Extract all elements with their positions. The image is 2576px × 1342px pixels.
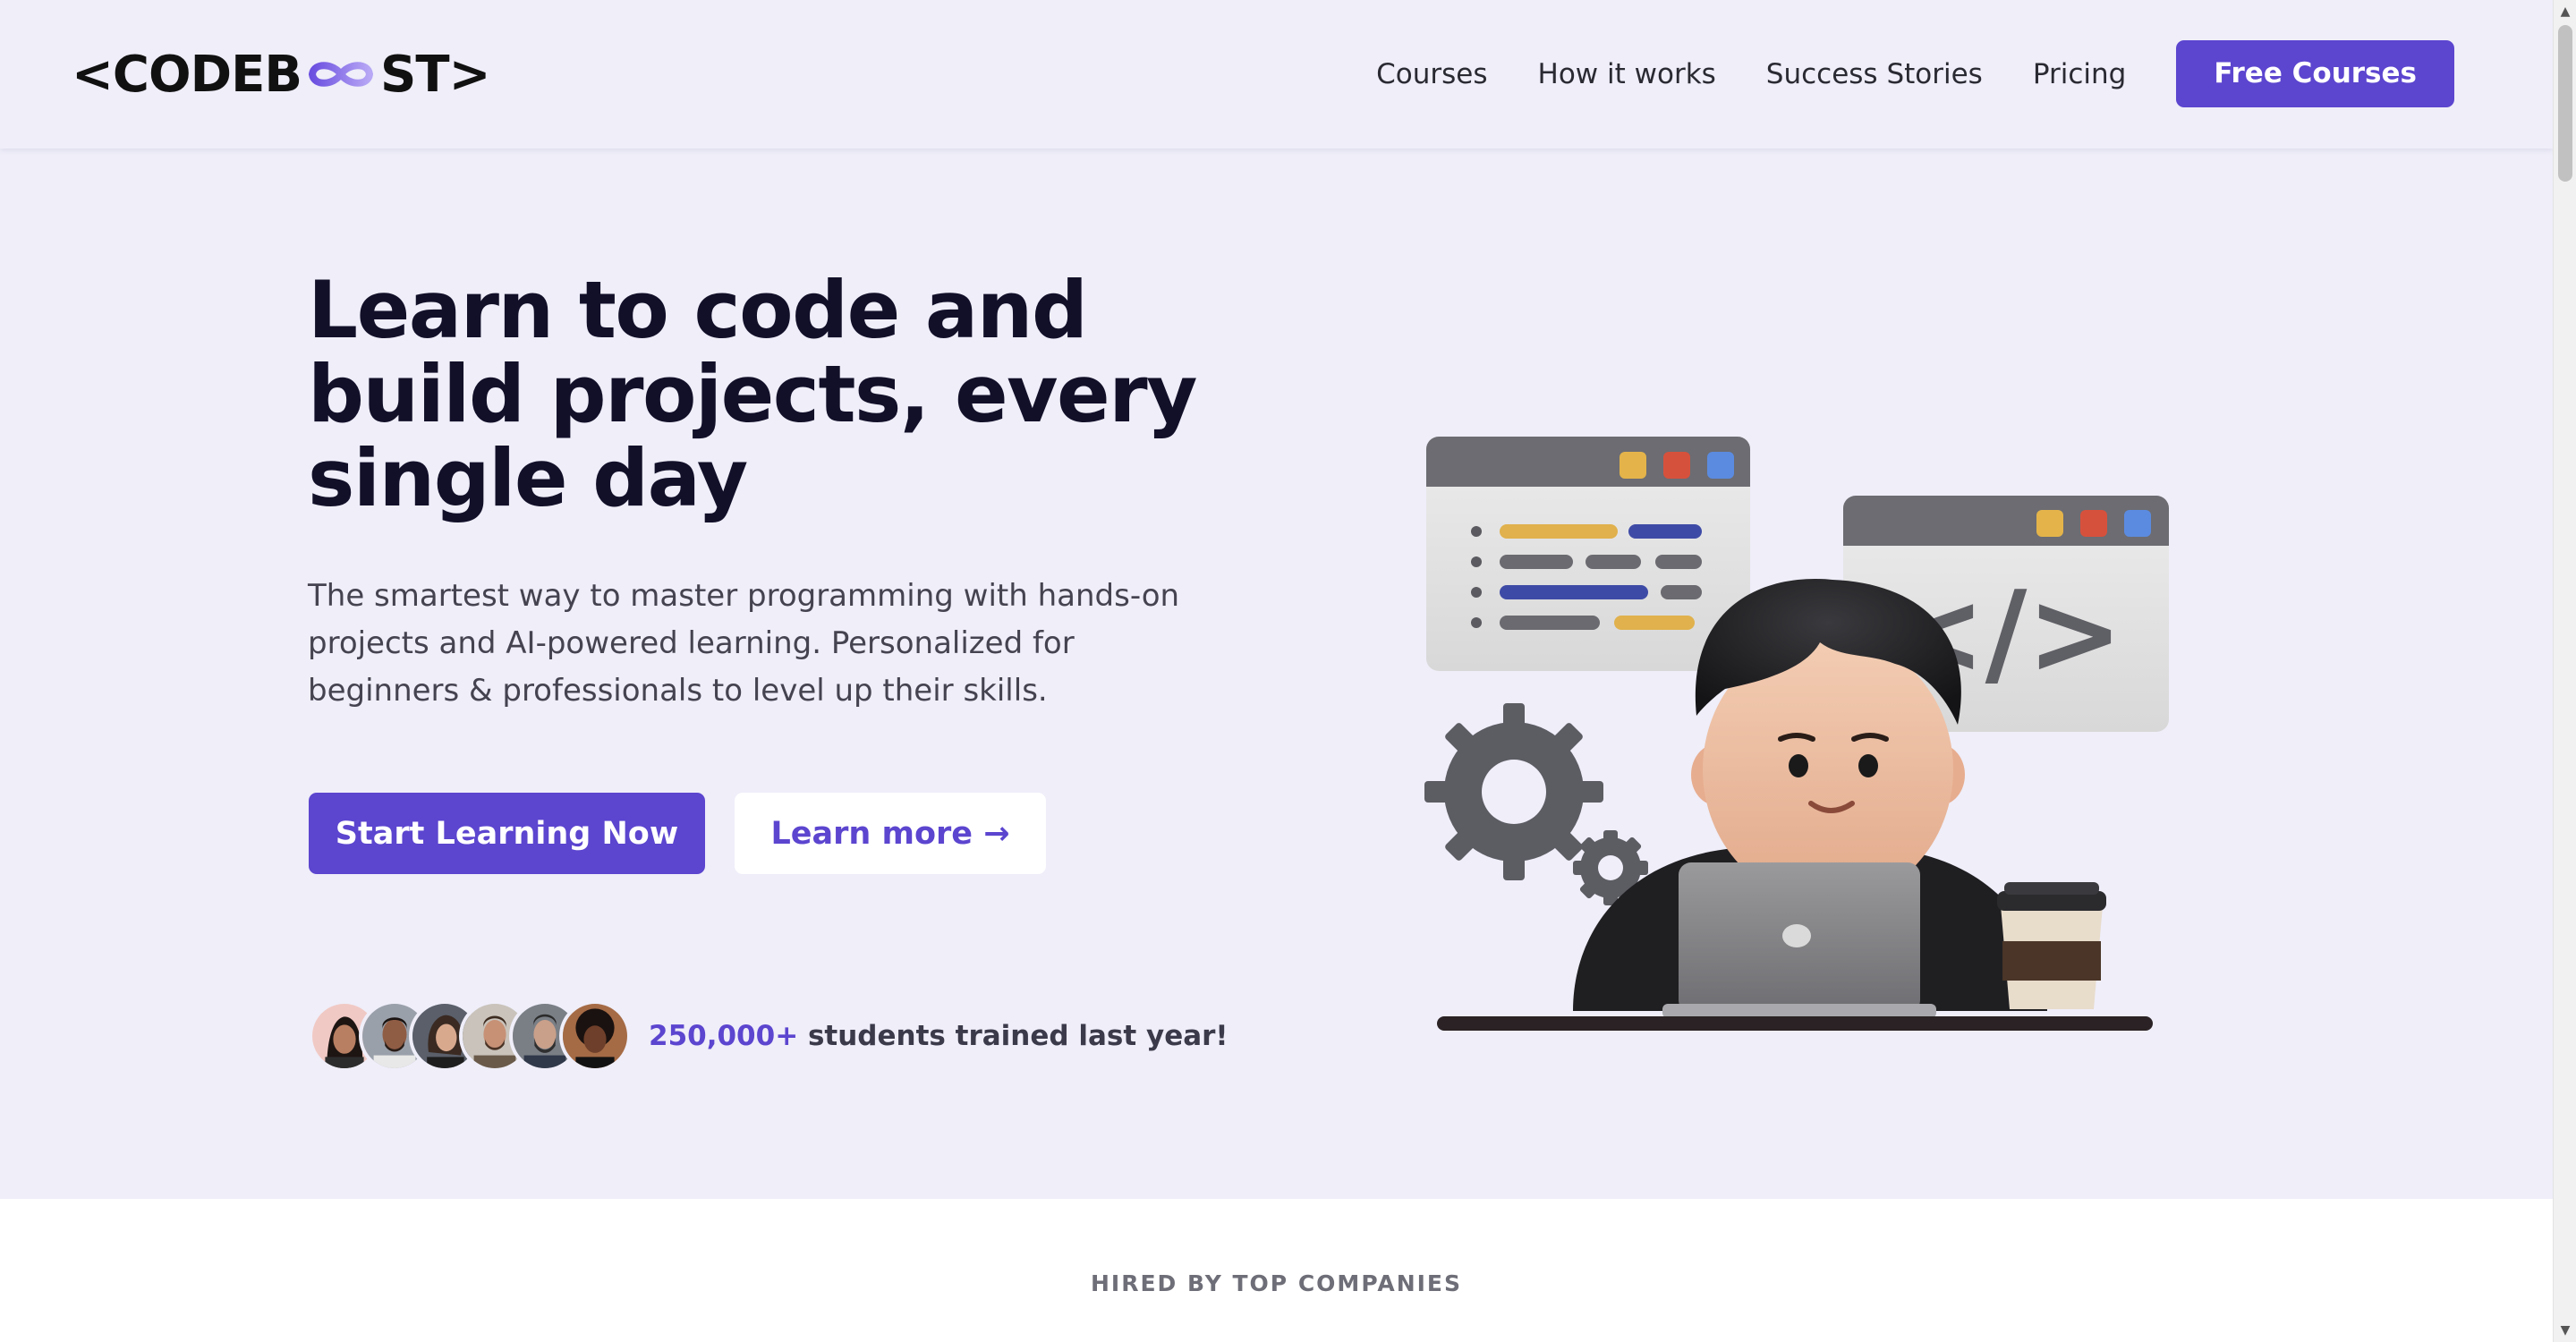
- hero-title: Learn to code and build projects, every …: [308, 264, 1197, 524]
- scroll-up-icon[interactable]: ▲: [2554, 0, 2576, 23]
- code-window-left: [1426, 437, 1750, 671]
- logo[interactable]: <CODEB ST>: [72, 43, 491, 106]
- nav-link-success-stories[interactable]: Success Stories: [1766, 58, 1983, 90]
- nav-link-pricing[interactable]: Pricing: [2033, 58, 2127, 90]
- social-proof: 250,000+ students trained last year!: [309, 1000, 1228, 1072]
- learn-more-button[interactable]: Learn more →: [735, 793, 1046, 874]
- nav-links: Courses How it works Success Stories Pri…: [1376, 40, 2454, 107]
- companies-section: HIRED BY TOP COMPANIES: [0, 1199, 2553, 1342]
- navbar: <CODEB ST> Courses How it works Success …: [0, 0, 2553, 149]
- page-scrollbar[interactable]: ▲ ▼: [2553, 0, 2576, 1342]
- landing-page: <CODEB ST> Courses How it works Success …: [0, 0, 2576, 1342]
- scroll-down-icon[interactable]: ▼: [2554, 1319, 2576, 1342]
- infinity-logo-icon: [309, 62, 374, 87]
- coffee-cup-icon: [1997, 882, 2106, 1009]
- nav-link-how-it-works[interactable]: How it works: [1538, 58, 1716, 90]
- students-trained-label: students trained last year!: [798, 1020, 1228, 1052]
- student-avatars: [309, 1000, 631, 1072]
- students-trained-text: 250,000+ students trained last year!: [649, 1020, 1228, 1052]
- scroll-thumb[interactable]: [2558, 25, 2572, 182]
- free-courses-button[interactable]: Free Courses: [2176, 40, 2454, 107]
- logo-text-start: <CODEB: [72, 45, 302, 104]
- companies-label: HIRED BY TOP COMPANIES: [1091, 1270, 1462, 1296]
- desk: [1437, 1016, 2153, 1031]
- hero-subtitle: The smartest way to master programming w…: [308, 578, 1180, 709]
- nav-link-courses[interactable]: Courses: [1376, 58, 1487, 90]
- avatar: [559, 1000, 631, 1072]
- logo-text-end: ST>: [380, 45, 490, 104]
- developer-illustration: </>: [1424, 437, 2169, 1031]
- start-learning-button[interactable]: Start Learning Now: [309, 793, 705, 874]
- gear-icon: [1424, 703, 1603, 880]
- laptop: [1662, 862, 1936, 1018]
- students-count: 250,000+: [649, 1020, 799, 1052]
